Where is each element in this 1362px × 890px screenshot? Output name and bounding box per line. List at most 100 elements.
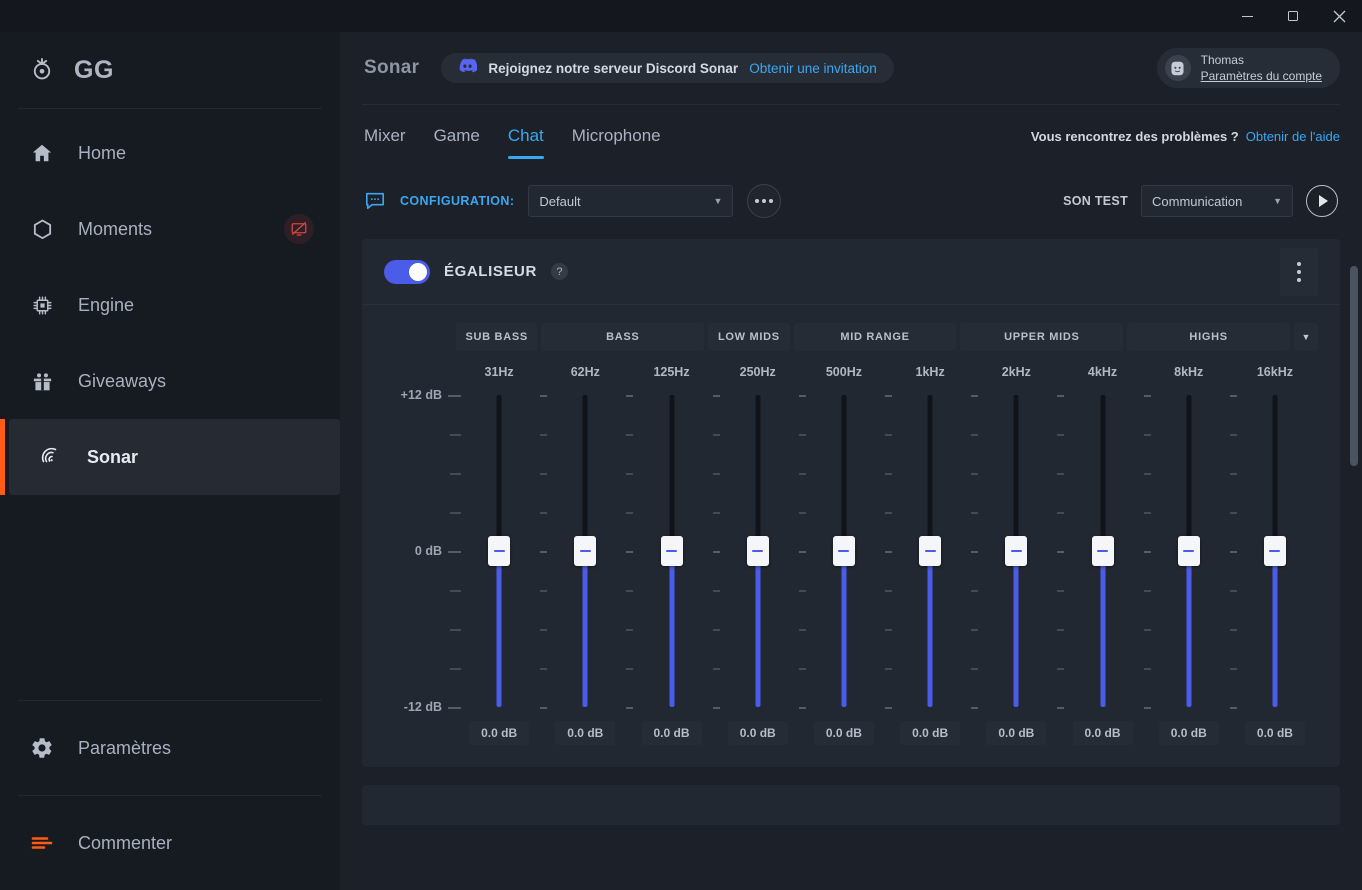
slider-tick <box>1229 473 1237 475</box>
tab-label: Chat <box>507 126 544 145</box>
sidebar-item-label: Giveaways <box>78 370 167 391</box>
account-settings-link[interactable]: Paramètres du compte <box>1201 68 1322 84</box>
slider-tracks <box>454 387 1318 717</box>
db-value-box[interactable]: 0.0 dB <box>469 721 530 745</box>
equalizer-menu-button[interactable] <box>1280 247 1318 296</box>
slider-thumb[interactable] <box>746 536 769 566</box>
tab-mixer[interactable]: Mixer <box>364 116 420 156</box>
title-bar <box>0 0 1362 32</box>
slider-tick <box>626 707 634 709</box>
configuration-bar: CONFIGURATION: Default ▼ SON TEST Commun… <box>362 167 1340 235</box>
frequency-label: 250Hz <box>739 365 776 379</box>
eq-slider-250hz[interactable] <box>712 387 801 717</box>
next-panel-placeholder <box>362 785 1340 825</box>
window-maximize-button[interactable] <box>1270 0 1316 32</box>
sidebar-item-settings[interactable]: Paramètres <box>0 701 340 795</box>
slider-thumb[interactable] <box>488 536 511 566</box>
sidebar-item-home[interactable]: Home <box>0 115 340 191</box>
band-group-label: LOW MIDS <box>717 331 780 343</box>
slider-tick <box>540 473 548 475</box>
band-group-low-mids[interactable]: LOW MIDS <box>708 323 790 351</box>
feedback-icon <box>28 829 56 857</box>
band-group-label: BASS <box>606 331 640 343</box>
slider-tick <box>626 590 634 592</box>
eq-slider-500hz[interactable] <box>798 387 887 717</box>
db-value-box[interactable]: 0.0 dB <box>986 721 1047 745</box>
eq-slider-8khz[interactable] <box>1143 387 1232 717</box>
eq-slider-16khz[interactable] <box>1229 387 1318 717</box>
discord-banner-text: Rejoignez notre serveur Discord Sonar <box>488 60 739 76</box>
discord-invite-link[interactable]: Obtenir une invitation <box>749 61 877 76</box>
eq-slider-2khz[interactable] <box>971 387 1059 717</box>
equalizer-help-icon[interactable]: ? <box>550 263 568 280</box>
db-value-box[interactable]: 0.0 dB <box>900 721 961 745</box>
sidebar-item-sonar[interactable]: Sonar <box>0 419 340 495</box>
slider-tick <box>454 395 461 397</box>
slider-thumb[interactable] <box>919 536 942 566</box>
slider-thumb[interactable] <box>1263 536 1286 566</box>
slider-thumb-line <box>1097 549 1109 553</box>
db-value-box[interactable]: 0.0 dB <box>1072 721 1133 745</box>
slider-tick <box>1057 434 1065 436</box>
slider-thumb[interactable] <box>1091 536 1114 566</box>
screen-off-icon[interactable] <box>284 214 314 244</box>
db-value-box[interactable]: 0.0 dB <box>1158 721 1219 745</box>
db-value-box[interactable]: 0.0 dB <box>641 721 702 745</box>
band-group-bass[interactable]: BASS <box>541 323 705 351</box>
band-group-highs[interactable]: HIGHS <box>1127 323 1290 351</box>
slider-tick <box>712 512 720 514</box>
window-minimize-button[interactable] <box>1224 0 1270 32</box>
help-link[interactable]: Obtenir de l'aide <box>1246 129 1340 144</box>
slider-thumb[interactable] <box>1177 536 1200 566</box>
sidebar-item-giveaways[interactable]: Giveaways <box>0 343 340 419</box>
slider-tick <box>1143 395 1151 397</box>
eq-slider-125hz[interactable] <box>626 387 714 717</box>
discord-invite-banner[interactable]: Rejoignez notre serveur Discord Sonar Ob… <box>441 53 894 83</box>
tab-microphone[interactable]: Microphone <box>558 116 675 156</box>
play-sound-button[interactable] <box>1306 185 1338 217</box>
slider-fill <box>1013 551 1019 707</box>
slider-tick <box>1057 395 1065 397</box>
slider-tick <box>1229 551 1237 553</box>
chevron-down-icon: ▼ <box>1273 196 1282 206</box>
configuration-preset-select[interactable]: Default ▼ <box>528 185 734 217</box>
configuration-more-button[interactable] <box>747 184 782 218</box>
band-group-mid-range[interactable]: MID RANGE <box>793 323 957 351</box>
eq-slider-62hz[interactable] <box>540 387 628 717</box>
slider-tick <box>798 668 806 670</box>
db-value-box[interactable]: 0.0 dB <box>555 721 616 745</box>
eq-slider-1khz[interactable] <box>885 387 973 717</box>
scrollbar-thumb[interactable] <box>1350 266 1358 466</box>
equalizer-toggle[interactable] <box>384 259 430 284</box>
sidebar-item-label: Home <box>78 142 127 163</box>
band-group-sub-bass[interactable]: SUB BASS <box>456 323 538 351</box>
slider-thumb[interactable] <box>660 536 683 566</box>
main-scrollbar[interactable] <box>1350 266 1358 856</box>
tab-chat[interactable]: Chat <box>494 116 558 159</box>
chevron-down-icon[interactable]: ▼ <box>1294 323 1318 351</box>
db-value-box[interactable]: 0.0 dB <box>813 721 874 745</box>
sidebar-item-engine[interactable]: Engine <box>0 267 340 343</box>
slider-thumb[interactable] <box>574 536 597 566</box>
sound-test-select[interactable]: Communication ▼ <box>1141 185 1293 217</box>
slider-tick <box>1143 551 1151 553</box>
db-value-box[interactable]: 0.0 dB <box>727 721 788 745</box>
sidebar-item-feedback[interactable]: Commenter <box>0 796 340 890</box>
db-value-box[interactable]: 0.0 dB <box>1244 721 1305 745</box>
slider-thumb-line <box>579 549 591 553</box>
window-close-button[interactable] <box>1316 0 1362 32</box>
band-group-upper-mids[interactable]: UPPER MIDS <box>960 323 1124 351</box>
db-value-cell: 0.0 dB <box>456 721 542 745</box>
tab-bar: Mixer Game Chat Microphone Vous rencontr… <box>362 105 1340 167</box>
band-group-label: HIGHS <box>1189 331 1228 343</box>
tab-game[interactable]: Game <box>420 116 494 156</box>
slider-tick <box>885 707 893 709</box>
account-button[interactable]: Thomas Paramètres du compte <box>1156 48 1340 88</box>
slider-thumb[interactable] <box>1005 536 1028 566</box>
eq-slider-31hz[interactable] <box>454 387 542 717</box>
slider-tick <box>885 512 893 514</box>
sidebar-item-moments[interactable]: Moments <box>0 191 340 267</box>
minimize-icon <box>1241 15 1253 17</box>
eq-slider-4khz[interactable] <box>1057 387 1145 717</box>
slider-thumb[interactable] <box>832 536 855 566</box>
